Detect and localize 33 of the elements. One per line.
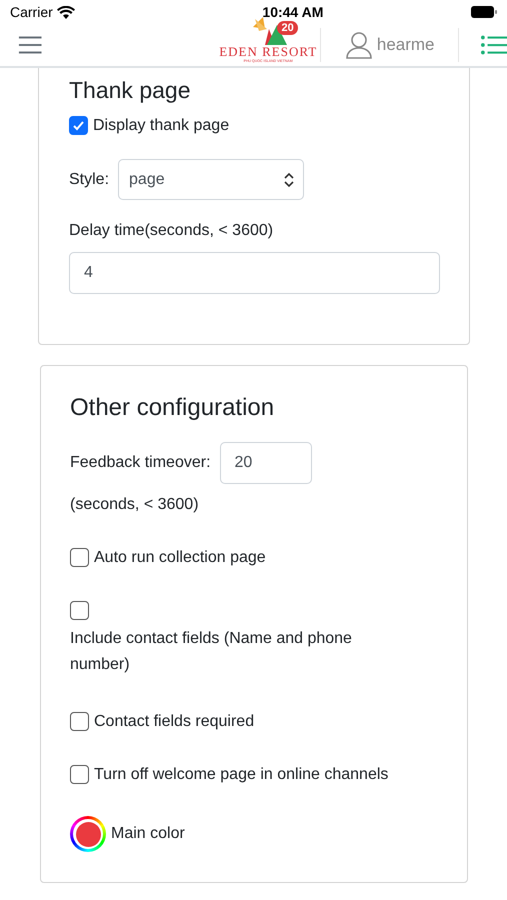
checkbox-label: Display thank page	[93, 116, 230, 134]
color-picker[interactable]	[70, 816, 106, 852]
checkbox-label: Contact fields required	[94, 712, 254, 730]
notification-badge: 20	[277, 21, 298, 35]
checkbox-label: Turn off welcome page in online channels	[94, 766, 388, 784]
style-label: Style:	[69, 170, 110, 188]
checkmark-icon	[72, 119, 85, 132]
delay-input[interactable]: 4	[69, 252, 440, 294]
checkbox[interactable]	[70, 601, 89, 620]
delay-label: Delay time(seconds, < 3600)	[69, 222, 274, 240]
list-icon[interactable]	[480, 34, 507, 56]
checkbox[interactable]	[69, 116, 88, 135]
chevron-up-down-icon	[283, 172, 296, 188]
seconds-note: (seconds, < 3600)	[70, 496, 200, 514]
main-color-label: Main color	[111, 825, 185, 843]
battery-icon	[470, 6, 497, 18]
section-title: Other configuration	[70, 394, 276, 422]
wifi-icon	[56, 6, 75, 18]
checkbox-label: Auto run collection page	[94, 548, 266, 566]
checkbox[interactable]	[70, 712, 89, 731]
carrier-name: Carrier	[10, 4, 53, 20]
checkbox-label: Include contact fields (Name and phone number)	[70, 629, 353, 675]
feedback-timeover-input[interactable]: 20	[220, 442, 312, 484]
user-icon[interactable]	[344, 31, 373, 59]
style-select[interactable]: page	[118, 159, 304, 200]
checkbox[interactable]	[70, 765, 89, 784]
menu-icon[interactable]	[18, 35, 42, 55]
user-name[interactable]: hearme	[376, 35, 434, 55]
checkbox[interactable]	[70, 548, 89, 567]
section-title: Thank page	[69, 77, 192, 104]
clock-time: 10:44 AM	[262, 4, 324, 20]
logo-wordmark: EDEN RESORT	[219, 45, 318, 59]
feedback-timeover-label: Feedback timeover:	[70, 454, 211, 472]
